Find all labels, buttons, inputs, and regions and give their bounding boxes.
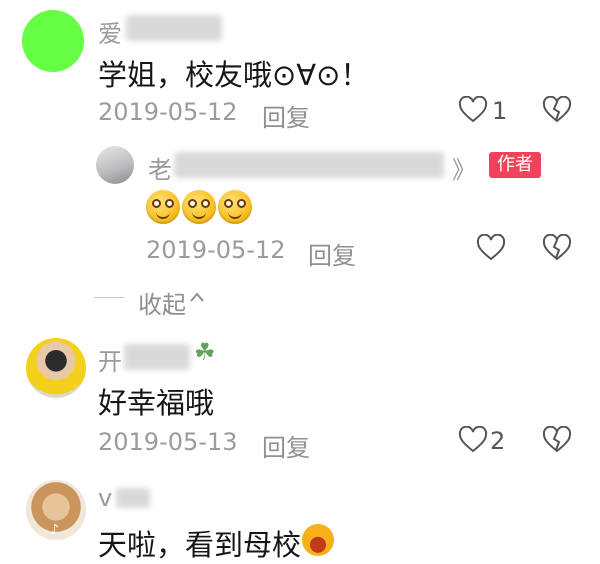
avatar[interactable]	[96, 146, 134, 184]
like-count: 1	[492, 97, 508, 125]
smile-emoji-icon	[146, 190, 180, 224]
comment-date: 2019-05-12	[146, 236, 286, 264]
broken-heart-icon[interactable]	[542, 96, 572, 124]
name-redaction	[174, 152, 444, 178]
heart-icon[interactable]	[476, 234, 506, 262]
comment-text: 天啦，看到母校	[98, 528, 302, 562]
avatar[interactable]	[26, 338, 86, 398]
broken-heart-icon[interactable]	[542, 426, 572, 454]
comment-date: 2019-05-13	[98, 428, 238, 456]
tiktok-icon: ♪	[50, 522, 59, 538]
laughing-emoji-icon	[302, 524, 334, 556]
reply-button[interactable]: 回复	[262, 98, 310, 133]
smile-emoji-icon	[218, 190, 252, 224]
broken-heart-icon[interactable]	[542, 234, 572, 262]
commenter-name[interactable]: 爱	[98, 14, 122, 49]
heart-icon[interactable]	[458, 426, 488, 454]
collapse-divider	[94, 297, 124, 298]
collapse-replies-button[interactable]: 收起	[138, 285, 186, 320]
avatar[interactable]	[22, 10, 84, 72]
comment-text: 好幸福哦	[98, 386, 215, 420]
name-redaction	[126, 15, 222, 41]
commenter-name[interactable]: 老	[148, 150, 172, 185]
like-count: 2	[490, 427, 506, 455]
clover-icon: ☘	[194, 338, 216, 366]
author-badge: 作者	[489, 152, 541, 178]
chevron-up-icon[interactable]	[188, 290, 206, 304]
commenter-name[interactable]: 开	[98, 342, 122, 377]
commenter-name[interactable]: v	[98, 484, 112, 512]
commenter-name-end: 》	[452, 156, 476, 184]
comment-date: 2019-05-12	[98, 98, 238, 126]
name-redaction	[116, 488, 150, 508]
comment-text: 学姐，校友哦⊙∀⊙！	[98, 58, 370, 92]
reply-button[interactable]: 回复	[262, 428, 310, 463]
heart-icon[interactable]	[458, 96, 488, 124]
reply-button[interactable]: 回复	[308, 236, 356, 271]
smile-emoji-icon	[182, 190, 216, 224]
name-redaction	[124, 344, 190, 370]
